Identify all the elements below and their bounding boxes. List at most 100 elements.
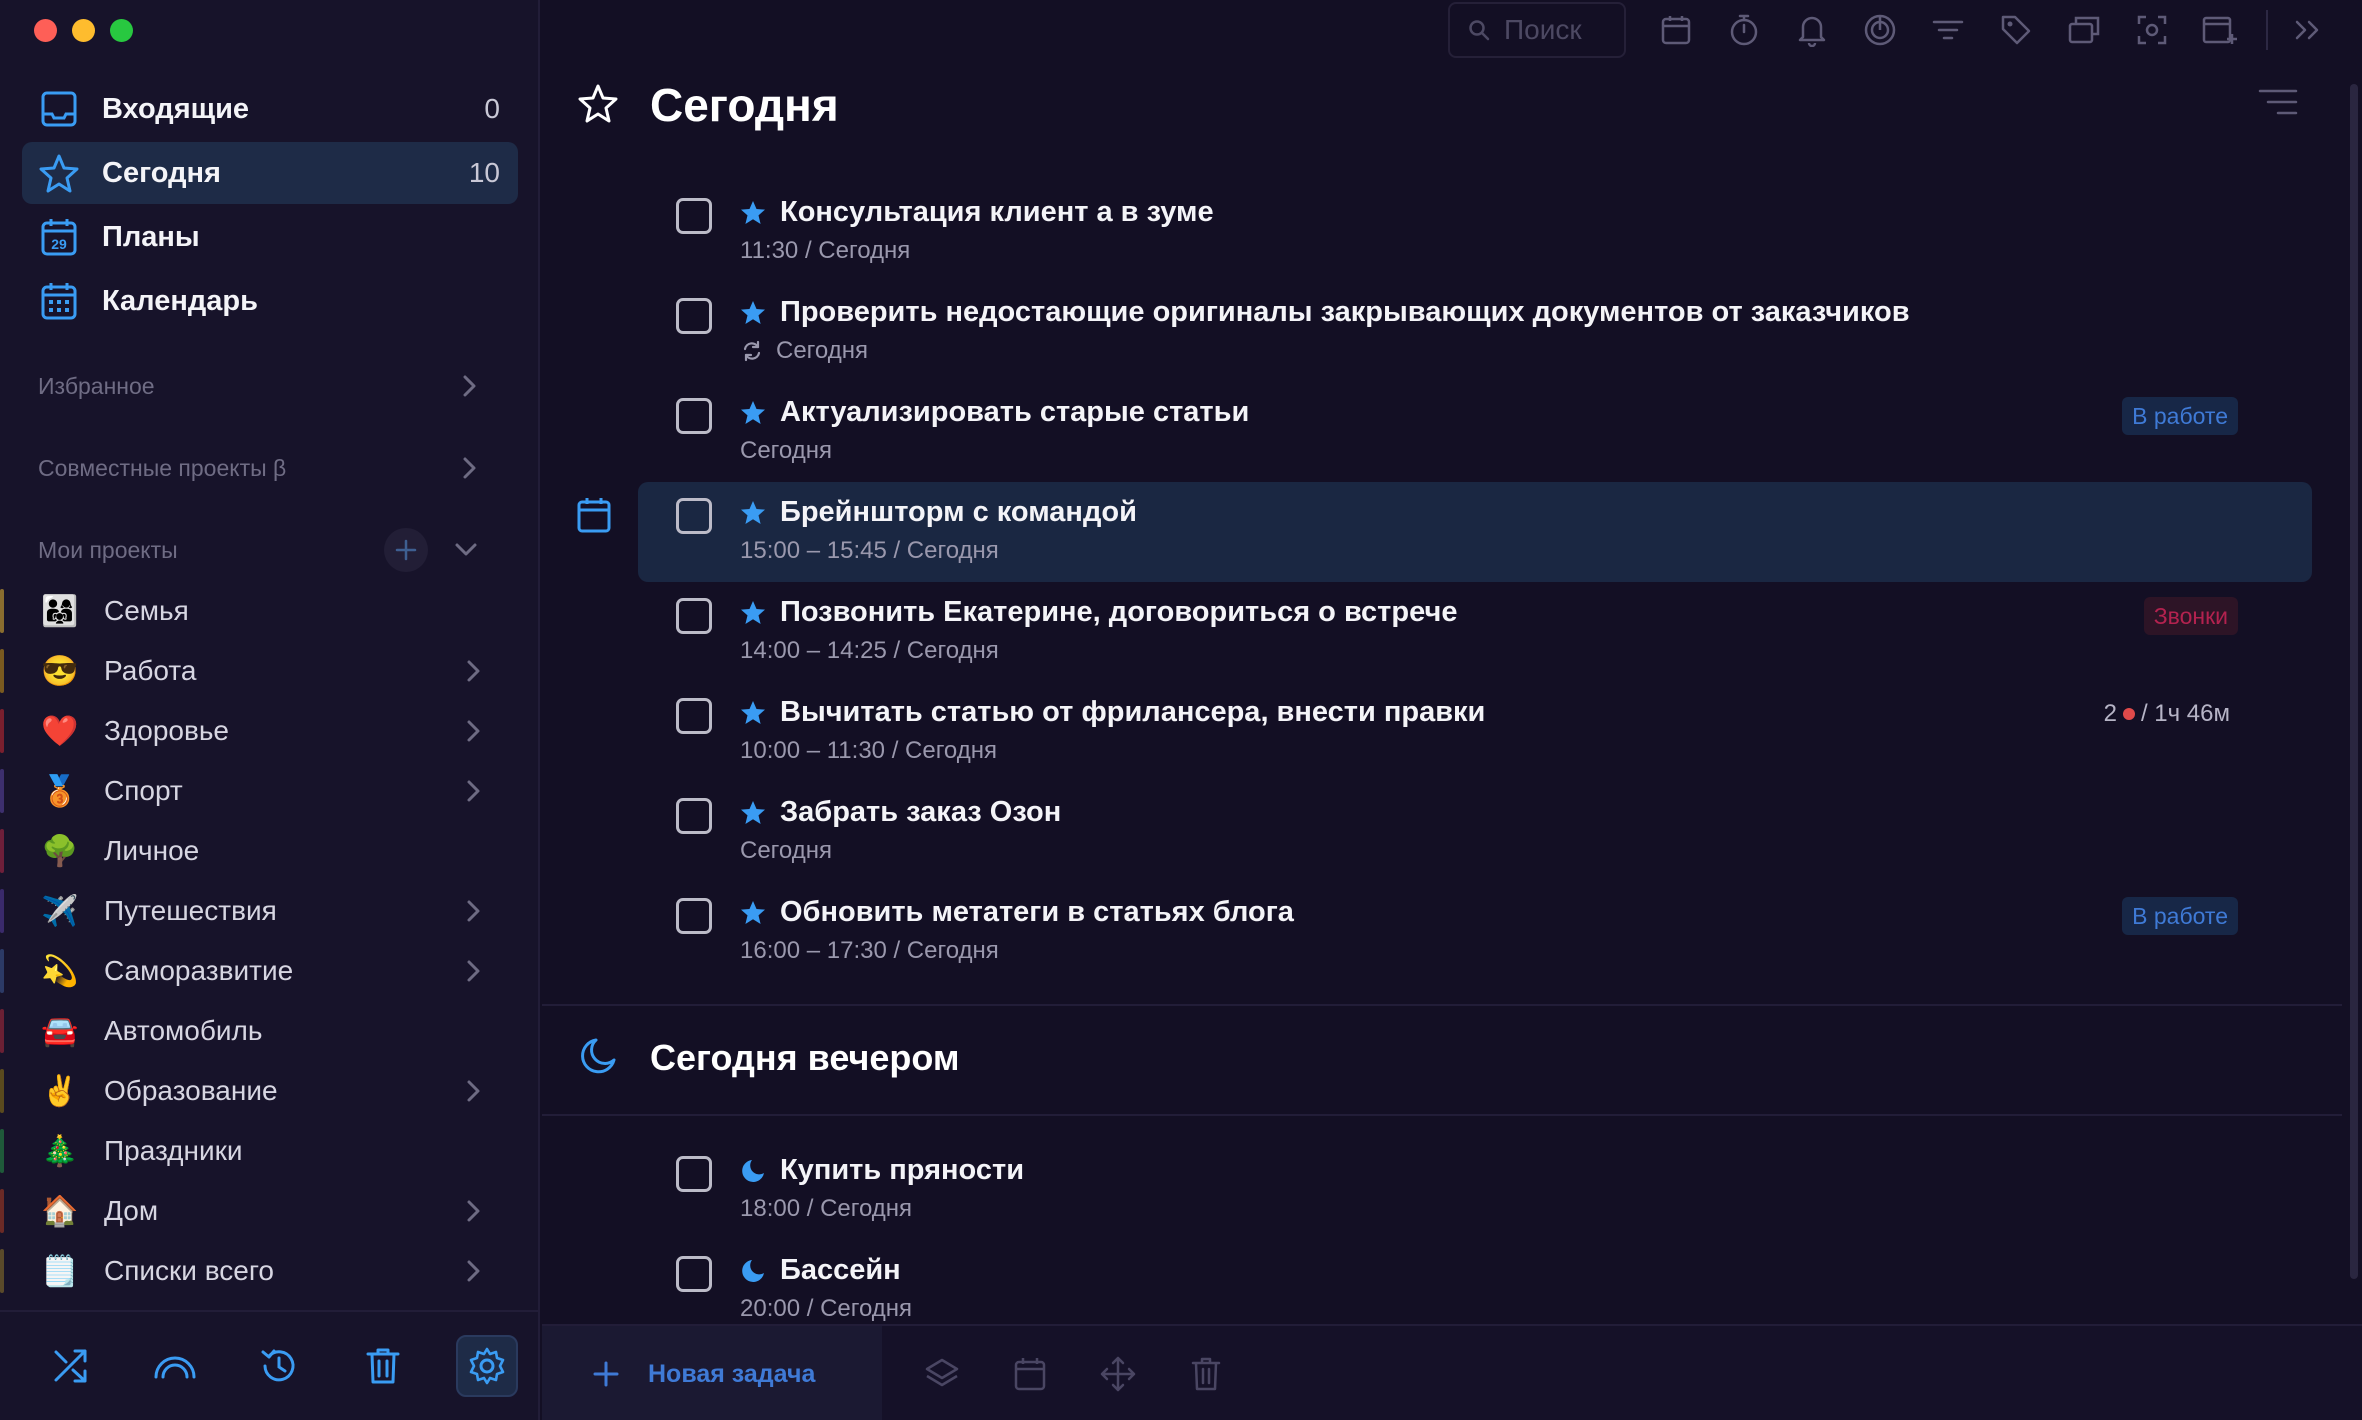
task-body: Проверить недостающие оригиналы закрываю… (740, 296, 2312, 365)
star-outline-icon (578, 83, 622, 127)
task-checkbox[interactable] (676, 698, 712, 734)
shuffle-button[interactable] (40, 1335, 102, 1397)
chevron-down-icon[interactable] (454, 542, 478, 558)
star-filled-icon (741, 400, 765, 424)
task-meta: 11:30 / Сегодня (740, 237, 2312, 265)
task-meta: 14:00 – 14:25 / Сегодня (740, 637, 2312, 665)
task-tag-badge[interactable]: Звонки (2143, 597, 2238, 635)
task-row[interactable]: Брейншторм с командой 15:00 – 15:45 / Сег… (577, 482, 2312, 582)
sort-options-button[interactable] (2258, 88, 2298, 116)
move-button[interactable] (1094, 1350, 1142, 1398)
task-checkbox[interactable] (676, 398, 712, 434)
star-filled-icon (741, 800, 765, 824)
add-project-button[interactable] (384, 528, 428, 572)
my-projects-section-header[interactable]: Мои проекты (38, 528, 478, 572)
task-checkbox[interactable] (676, 598, 712, 634)
task-due: Сегодня (776, 337, 868, 364)
chevron-right-icon (462, 374, 478, 398)
section-divider (542, 1004, 2342, 1006)
task-checkbox[interactable] (676, 1256, 712, 1292)
chevron-right-icon[interactable] (466, 719, 482, 743)
sidebar-project-item[interactable]: 🗒️ Списки всего (0, 1241, 540, 1301)
chevron-right-icon[interactable] (466, 779, 482, 803)
task-checkbox[interactable] (676, 898, 712, 934)
project-color-bar (0, 829, 4, 873)
chevron-right-icon[interactable] (466, 1079, 482, 1103)
sidebar-project-item[interactable]: 🥉 Спорт (0, 761, 540, 821)
sidebar-project-item[interactable]: ✌️ Образование (0, 1061, 540, 1121)
settings-button[interactable] (456, 1335, 518, 1397)
task-body: Купить пряности 18:00 / Сегодня (740, 1154, 2312, 1223)
task-checkbox[interactable] (676, 498, 712, 534)
my-projects-label: Мои проекты (38, 536, 178, 563)
task-tag-badge[interactable]: В работе (2122, 897, 2238, 935)
task-meta: 18:00 / Сегодня (740, 1195, 2312, 1223)
task-row[interactable]: Проверить недостающие оригиналы закрываю… (638, 282, 2312, 382)
sidebar-item-count: 10 (468, 157, 500, 188)
favorites-label: Избранное (38, 372, 155, 399)
project-emoji-icon: 🏠 (41, 1194, 79, 1228)
task-row[interactable]: Купить пряности 18:00 / Сегодня (638, 1140, 2312, 1240)
project-name: Спорт (104, 775, 183, 806)
project-name: Списки всего (104, 1255, 274, 1286)
minimize-window-button[interactable] (72, 19, 95, 42)
sidebar: Входящие 0 Сегодня 10 29 Планы Календарь… (0, 0, 540, 1420)
sidebar-project-item[interactable]: 🏠 Дом (0, 1181, 540, 1241)
history-button[interactable] (248, 1335, 310, 1397)
project-emoji-icon: ✌️ (41, 1074, 79, 1108)
favorites-section-header[interactable]: Избранное (38, 366, 478, 406)
task-title: Проверить недостающие оригиналы закрываю… (780, 296, 1910, 328)
task-checkbox[interactable] (676, 798, 712, 834)
calendar-grid-icon (38, 280, 80, 322)
gear-icon (469, 1347, 505, 1385)
new-task-button[interactable]: Новая задача (542, 1326, 882, 1420)
sidebar-project-item[interactable]: 🌳 Личное (0, 821, 540, 881)
task-meta: 16:00 – 17:30 / Сегодня (740, 937, 2312, 965)
close-window-button[interactable] (34, 19, 57, 42)
chevron-right-icon[interactable] (466, 659, 482, 683)
sidebar-project-item[interactable]: ✈️ Путешествия (0, 881, 540, 941)
chevron-right-icon[interactable] (466, 899, 482, 923)
star-filled-icon (741, 500, 765, 524)
task-row[interactable]: Забрать заказ Озон Сегодня (638, 782, 2312, 882)
chevron-right-icon[interactable] (466, 1259, 482, 1283)
task-row[interactable]: Позвонить Екатерине, договориться о встр… (638, 582, 2312, 682)
scrollbar[interactable] (2350, 84, 2358, 1279)
sidebar-project-item[interactable]: 👨‍👩‍👧 Семья (0, 581, 540, 641)
calendar-event-icon (576, 496, 612, 534)
sidebar-item-calendar[interactable]: Календарь (22, 270, 518, 332)
trash-button[interactable] (352, 1335, 414, 1397)
task-due: 10:00 – 11:30 / Сегодня (740, 737, 998, 764)
shared-projects-section-header[interactable]: Совместные проекты β (38, 448, 478, 488)
priority-icon (740, 900, 766, 926)
sidebar-item-inbox[interactable]: Входящие 0 (22, 78, 518, 140)
project-name: Саморазвитие (104, 955, 294, 986)
task-row[interactable]: Консультация клиент а в зуме 11:30 / Сего… (638, 182, 2312, 282)
zoom-window-button[interactable] (110, 19, 133, 42)
task-row[interactable]: Обновить метатеги в статьях блога 16:00 –… (638, 882, 2312, 982)
sidebar-item-plans[interactable]: 29 Планы (22, 206, 518, 268)
sidebar-project-item[interactable]: 🎄 Праздники (0, 1121, 540, 1181)
sidebar-project-item[interactable]: 😎 Работа (0, 641, 540, 701)
pomodoro-count: 2 (2103, 700, 2117, 727)
task-row[interactable]: Актуализировать старые статьи Сегодня В ра… (638, 382, 2312, 482)
task-tag-badge[interactable]: В работе (2122, 397, 2238, 435)
schedule-button[interactable] (1006, 1350, 1054, 1398)
chevron-right-icon[interactable] (466, 959, 482, 983)
project-color-bar (0, 1189, 4, 1233)
task-due: 15:00 – 15:45 / Сегодня (740, 537, 999, 564)
sidebar-item-today[interactable]: Сегодня 10 (22, 142, 518, 204)
task-checkbox[interactable] (676, 1156, 712, 1192)
delete-button[interactable] (1182, 1350, 1230, 1398)
project-color-bar (0, 589, 4, 633)
rainbow-button[interactable] (144, 1335, 206, 1397)
chevron-right-icon[interactable] (466, 1199, 482, 1223)
task-checkbox[interactable] (676, 198, 712, 234)
task-checkbox[interactable] (676, 298, 712, 334)
sidebar-project-item[interactable]: 🚘 Автомобиль (0, 1001, 540, 1061)
layers-button[interactable] (918, 1350, 966, 1398)
task-row[interactable]: Вычитать статью от фрилансера, внести пр… (638, 682, 2312, 782)
sidebar-project-item[interactable]: ❤️ Здоровье (0, 701, 540, 761)
sidebar-project-item[interactable]: 💫 Саморазвитие (0, 941, 540, 1001)
task-meta: Сегодня (740, 837, 2312, 865)
